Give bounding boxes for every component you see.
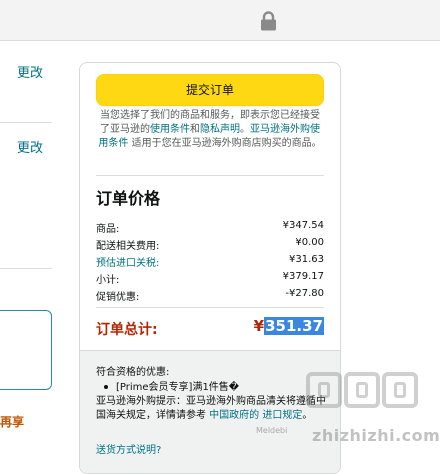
shipping-info-link[interactable]: 送货方式说明? — [96, 441, 161, 456]
lock-icon — [260, 11, 277, 31]
row-label: 配送相关费用: — [96, 241, 160, 252]
row-label: 商品: — [96, 224, 120, 235]
agreement-period: 。 — [240, 124, 250, 135]
row-value: ¥0.00 — [295, 237, 324, 248]
watermark-small-text: Meldebi — [256, 426, 288, 435]
terms-link[interactable]: 使用条件 — [150, 124, 190, 135]
watermark-site-text: zhizhizhi.com — [312, 426, 440, 445]
row-value: ¥347.54 — [282, 220, 324, 231]
agreement-and: 和 — [190, 124, 200, 135]
row-label: 促销优惠: — [96, 292, 140, 303]
promo-item: [Prime会员专享]满1件售� — [104, 378, 239, 393]
row-value: ¥31.63 — [289, 254, 324, 265]
summary-row-promotion: 促销优惠: -¥27.80 — [96, 288, 324, 303]
divider — [96, 175, 324, 176]
selected-option-box[interactable] — [0, 310, 52, 390]
place-order-button[interactable]: 提交订单 — [96, 74, 324, 106]
divider — [0, 122, 52, 123]
checkout-header — [0, 0, 440, 41]
privacy-link[interactable]: 隐私声明 — [200, 124, 240, 135]
order-total-value: ¥351.37 — [254, 317, 324, 335]
row-value: ¥379.17 — [282, 271, 324, 282]
promo-text: 再享 — [0, 415, 25, 429]
change-address-link[interactable]: 更改 — [17, 62, 43, 81]
promo-item-text: [Prime会员专享]满1件售� — [116, 382, 240, 393]
agreement-suffix: 适用于您在亚马逊海外购商店购买的商品。 — [128, 138, 322, 149]
currency-symbol: ¥ — [253, 317, 265, 335]
summary-row-items: 商品: ¥347.54 — [96, 220, 324, 235]
summary-row-subtotal: 小计: ¥379.17 — [96, 271, 324, 286]
divider — [96, 307, 324, 308]
summary-row-shipping: 配送相关费用: ¥0.00 — [96, 237, 324, 252]
summary-title: 订单价格 — [96, 189, 161, 208]
order-total-label: 订单总计: — [96, 322, 158, 338]
divider — [0, 268, 52, 269]
promo-title: 符合资格的优惠: — [96, 367, 170, 378]
order-total-amount: 351.37 — [264, 317, 324, 335]
row-value: -¥27.80 — [285, 288, 324, 299]
change-payment-link[interactable]: 更改 — [17, 137, 43, 156]
row-label: 小计: — [96, 275, 120, 286]
summary-row-import-duty: 预估进口关税: ¥31.63 — [96, 254, 324, 269]
watermark-logo-icon — [306, 372, 418, 408]
bullet-icon — [104, 385, 108, 389]
watermark: Meldebi zhizhizhi.com — [246, 370, 440, 456]
import-duty-link[interactable]: 预估进口关税: — [96, 254, 159, 269]
order-total-row: 订单总计: ¥351.37 — [96, 317, 324, 339]
agreement-text: 当您选择了我们的商品和服务，即表示您已经接受了亚马逊的使用条件和隐私声明。亚马逊… — [96, 109, 324, 151]
